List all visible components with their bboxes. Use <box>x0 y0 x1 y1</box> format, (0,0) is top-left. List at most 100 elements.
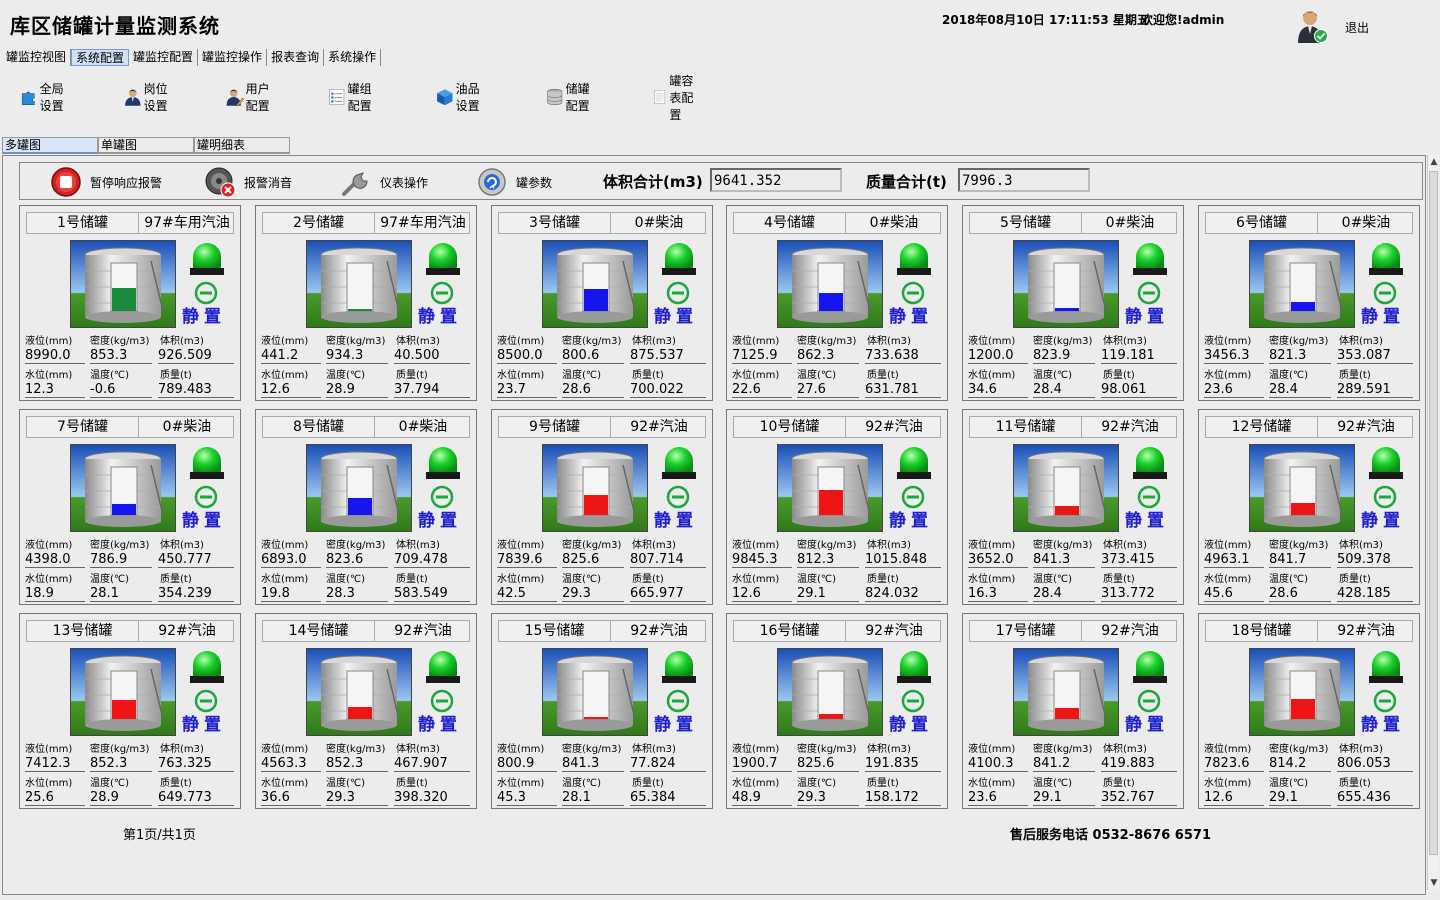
density-value: 853.3 <box>90 348 152 364</box>
oil-type: 97#车用汽油 <box>380 215 466 231</box>
toolbar-button[interactable]: 油品设置 <box>436 78 482 116</box>
vertical-scrollbar[interactable]: ▲ ▼ <box>1427 155 1439 890</box>
liquid-level-bar <box>584 495 608 515</box>
volume-value: 467.907 <box>394 756 470 772</box>
tank-card[interactable]: 16号储罐 92#汽油 静置 液位(mm) 密度(kg/m3) 体积(m3) 水位(mm) 温… <box>726 613 948 809</box>
tank-card[interactable]: 10号储罐 92#汽油 静置 液位(mm) 密度(kg/m3) 体积(m3) 水位(mm) 温… <box>726 409 948 605</box>
tank-params-button[interactable]: 罐参数 <box>476 165 552 199</box>
oil-type: 92#汽油 <box>394 623 452 639</box>
stop-alarm-icon <box>51 167 81 197</box>
water-value: 45.3 <box>497 790 557 806</box>
tank-state: 静置 <box>182 715 226 735</box>
level-value: 8500.0 <box>497 348 557 364</box>
menu-item[interactable]: 罐监控视图 <box>2 49 72 66</box>
temperature-value: 29.3 <box>797 790 859 806</box>
tank-card[interactable]: 11号储罐 92#汽油 静置 液位(mm) 密度(kg/m3) 体积(m3) 水位(mm) 温… <box>962 409 1184 605</box>
tank-image <box>1249 444 1355 532</box>
menu-item[interactable]: 报表查询 <box>267 49 325 66</box>
tank-card[interactable]: 17号储罐 92#汽油 静置 液位(mm) 密度(kg/m3) 体积(m3) 水位(mm) 温… <box>962 613 1184 809</box>
toolbar-button-label: 用户配置 <box>245 82 270 113</box>
scroll-thumb[interactable] <box>1429 171 1438 855</box>
tank-state: 静置 <box>889 511 933 531</box>
tank-card[interactable]: 13号储罐 92#汽油 静置 液位(mm) 密度(kg/m3) 体积(m3) 水位(mm) 温… <box>19 613 241 809</box>
level-value: 6893.0 <box>261 552 321 568</box>
oil-type: 92#汽油 <box>865 623 923 639</box>
liquid-level-bar <box>1055 308 1079 311</box>
water-label: 水位(mm) <box>1204 574 1252 585</box>
tank-card[interactable]: 12号储罐 92#汽油 静置 液位(mm) 密度(kg/m3) 体积(m3) 水位(mm) 温… <box>1198 409 1420 605</box>
tank-image <box>1249 240 1355 328</box>
view-tab[interactable]: 单罐图 <box>98 137 194 154</box>
view-tab[interactable]: 罐明细表 <box>194 137 290 154</box>
toolbar-button[interactable]: 罐容表配置 <box>652 74 698 122</box>
water-value: 18.9 <box>25 586 85 602</box>
temperature-label: 温度(℃) <box>1033 370 1073 381</box>
tank-image <box>306 444 412 532</box>
tank-card[interactable]: 14号储罐 92#汽油 静置 液位(mm) 密度(kg/m3) 体积(m3) 水位(mm) 温… <box>255 613 477 809</box>
density-label: 密度(kg/m3) <box>797 336 857 347</box>
tank-image <box>542 648 648 736</box>
tank-image <box>777 648 883 736</box>
menu-item[interactable]: 系统操作 <box>324 49 382 66</box>
tank-image <box>70 648 176 736</box>
tank-header: 10号储罐 92#汽油 <box>733 416 941 438</box>
storage-tank-icon <box>307 241 411 327</box>
mass-label: 质量(t) <box>160 778 192 789</box>
tank-card[interactable]: 2号储罐 97#车用汽油 静置 液位(mm) 密度(kg/m3) 体积(m3) 水位(mm)… <box>255 205 477 401</box>
water-value: 12.3 <box>25 382 85 398</box>
density-label: 密度(kg/m3) <box>1269 540 1329 551</box>
mass-label: 质量(t) <box>1103 370 1135 381</box>
storage-tank-icon <box>1250 649 1354 735</box>
status-light-icon <box>426 243 460 275</box>
tank-state: 静置 <box>182 307 226 327</box>
toolbar-button[interactable]: 岗位设置 <box>124 78 170 116</box>
tank-card[interactable]: 5号储罐 0#柴油 静置 液位(mm) 密度(kg/m3) 体积(m3) 水位(mm) 温度(… <box>962 205 1184 401</box>
tank-card[interactable]: 7号储罐 0#柴油 静置 液位(mm) 密度(kg/m3) 体积(m3) 水位(mm) 温度(… <box>19 409 241 605</box>
density-label: 密度(kg/m3) <box>326 744 386 755</box>
water-label: 水位(mm) <box>25 574 73 585</box>
mass-label: 质量(t) <box>867 778 899 789</box>
tank-card[interactable]: 18号储罐 92#汽油 静置 液位(mm) 密度(kg/m3) 体积(m3) 水位(mm) 温… <box>1198 613 1420 809</box>
level-value: 1900.7 <box>732 756 792 772</box>
temperature-value: 28.3 <box>326 586 388 602</box>
liquid-level-bar <box>348 309 372 311</box>
toolbar-button[interactable]: 储罐配置 <box>546 78 592 116</box>
temperature-value: 28.1 <box>562 790 624 806</box>
tank-card[interactable]: 4号储罐 0#柴油 静置 液位(mm) 密度(kg/m3) 体积(m3) 水位(mm) 温度(… <box>726 205 948 401</box>
scroll-down-arrow-icon[interactable]: ▼ <box>1428 876 1440 890</box>
view-tab[interactable]: 多罐图 <box>2 137 98 154</box>
temperature-value: 28.4 <box>1033 586 1095 602</box>
tank-card[interactable]: 8号储罐 0#柴油 静置 液位(mm) 密度(kg/m3) 体积(m3) 水位(mm) 温度(… <box>255 409 477 605</box>
puzzle-icon <box>21 91 35 105</box>
menu-item[interactable]: 罐监控配置 <box>129 49 199 66</box>
menu-item[interactable]: 罐监控操作 <box>198 49 268 66</box>
toolbar-button[interactable]: 用户配置 <box>226 78 272 116</box>
toolbar-button[interactable]: 罐组配置 <box>328 78 374 116</box>
volume-label: 体积(m3) <box>632 744 676 755</box>
tank-card[interactable]: 15号储罐 92#汽油 静置 液位(mm) 密度(kg/m3) 体积(m3) 水位(mm) 温… <box>491 613 713 809</box>
water-value: 12.6 <box>261 382 321 398</box>
tank-card[interactable]: 9号储罐 92#汽油 静置 液位(mm) 密度(kg/m3) 体积(m3) 水位(mm) 温度… <box>491 409 713 605</box>
tank-card[interactable]: 1号储罐 97#车用汽油 静置 液位(mm) 密度(kg/m3) 体积(m3) 水位(mm)… <box>19 205 241 401</box>
storage-tank-icon <box>71 445 175 531</box>
tank-name: 2号储罐 <box>263 213 375 233</box>
density-value: 800.6 <box>562 348 624 364</box>
water-value: 48.9 <box>732 790 792 806</box>
tank-header: 13号储罐 92#汽油 <box>26 620 234 642</box>
storage-tank-icon <box>778 241 882 327</box>
toolbar-button[interactable]: 全局设置 <box>20 78 66 116</box>
logout-button[interactable]: 退出 <box>1345 19 1369 36</box>
instrument-operation-button[interactable]: 仪表操作 <box>340 165 428 199</box>
menu-item[interactable]: 系统配置 <box>71 49 130 66</box>
tank-header: 1号储罐 97#车用汽油 <box>26 212 234 234</box>
pause-alarm-button[interactable]: 暂停响应报警 <box>50 165 162 199</box>
tank-state: 静置 <box>1361 511 1405 531</box>
tank-state: 静置 <box>654 307 698 327</box>
tank-card[interactable]: 3号储罐 0#柴油 静置 液位(mm) 密度(kg/m3) 体积(m3) 水位(mm) 温度(… <box>491 205 713 401</box>
oil-type: 92#汽油 <box>1337 623 1395 639</box>
scroll-up-arrow-icon[interactable]: ▲ <box>1428 155 1440 169</box>
mute-alarm-button[interactable]: 报警消音 <box>204 165 292 199</box>
tank-card[interactable]: 6号储罐 0#柴油 静置 液位(mm) 密度(kg/m3) 体积(m3) 水位(mm) 温度(… <box>1198 205 1420 401</box>
status-light-icon <box>1133 651 1167 683</box>
volume-label: 体积(m3) <box>160 336 204 347</box>
